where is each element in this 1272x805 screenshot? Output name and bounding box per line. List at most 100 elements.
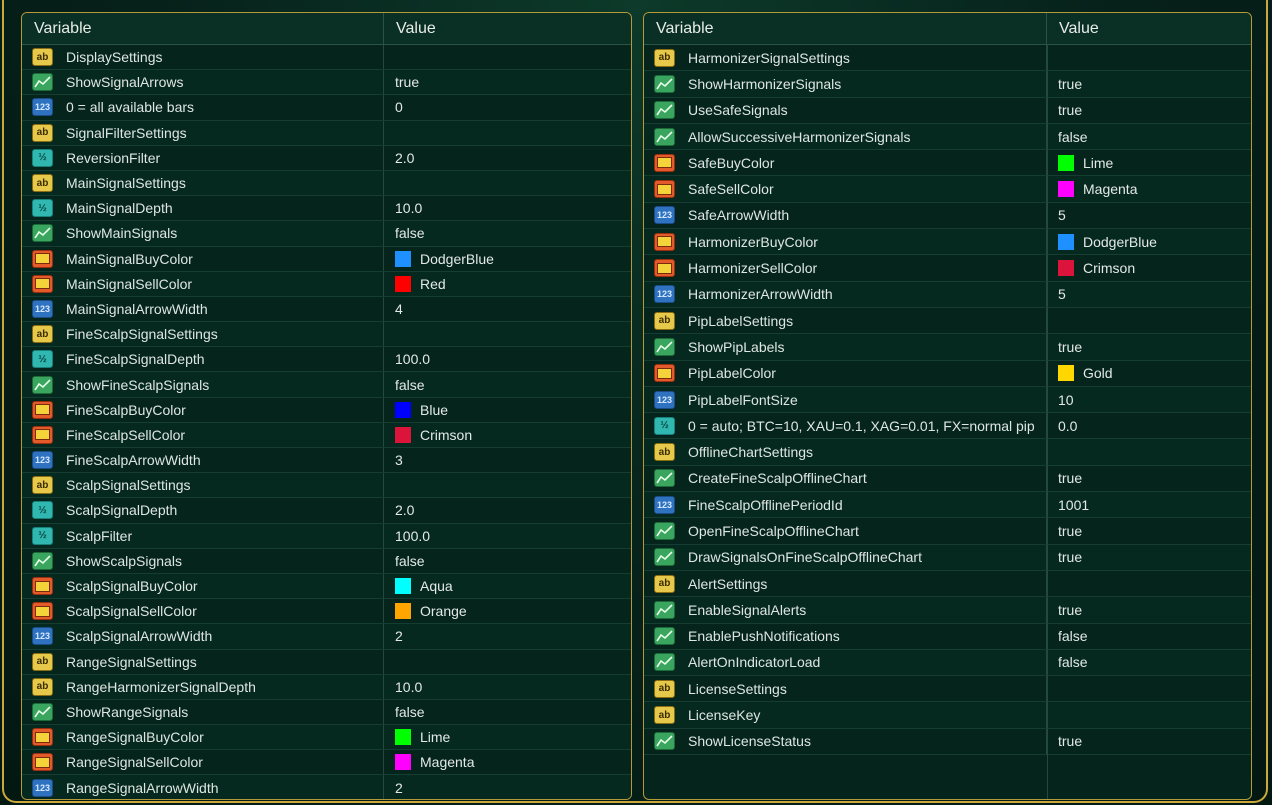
value-cell[interactable] [384, 473, 395, 497]
table-row[interactable]: ab PipLabelSettings [644, 307, 1251, 335]
value-cell[interactable]: 3 [384, 448, 403, 472]
value-cell[interactable] [384, 650, 395, 674]
table-row[interactable]: ab MainSignalSettings [22, 170, 631, 197]
color-swatch[interactable] [395, 729, 411, 746]
value-cell[interactable]: DodgerBlue [1047, 229, 1157, 254]
value-cell[interactable]: Lime [1047, 150, 1113, 175]
value-cell[interactable]: false [384, 221, 425, 245]
value-cell[interactable]: Orange [384, 599, 467, 623]
color-swatch[interactable] [1058, 181, 1074, 198]
table-row[interactable]: SafeSellColor Magenta [644, 176, 1251, 203]
table-row[interactable]: ShowSignalArrows true [22, 70, 631, 96]
table-row[interactable]: 123 PipLabelFontSize 10 [644, 386, 1251, 414]
table-row[interactable]: ab FineScalpSignalSettings [22, 322, 631, 348]
value-cell[interactable]: true [1047, 334, 1082, 359]
value-cell[interactable]: Magenta [384, 750, 474, 774]
value-cell[interactable]: false [384, 549, 425, 573]
value-cell[interactable]: 2.0 [384, 146, 414, 170]
table-row[interactable]: RangeSignalBuyColor Lime [22, 725, 631, 751]
column-header-value[interactable]: Value [1047, 13, 1251, 44]
table-row[interactable]: HarmonizerSellColor Crimson [644, 255, 1251, 282]
table-row[interactable]: MainSignalSellColor Red [22, 271, 631, 297]
value-cell[interactable] [1047, 439, 1058, 464]
value-cell[interactable] [384, 121, 395, 145]
color-swatch[interactable] [395, 426, 411, 443]
table-row[interactable]: ShowHarmonizerSignals true [644, 71, 1251, 98]
value-cell[interactable]: false [1047, 624, 1088, 649]
table-row[interactable]: UseSafeSignals true [644, 97, 1251, 124]
value-cell[interactable]: Blue [384, 398, 448, 422]
value-cell[interactable]: false [384, 700, 425, 724]
table-row[interactable]: DrawSignalsOnFineScalpOfflineChart true [644, 544, 1251, 571]
table-row[interactable]: 123 0 = all available bars 0 [22, 95, 631, 121]
value-cell[interactable]: true [1047, 518, 1082, 543]
value-cell[interactable]: 100.0 [384, 524, 430, 548]
table-row[interactable]: ShowScalpSignals false [22, 548, 631, 574]
table-row[interactable]: ab AlertSettings [644, 570, 1251, 598]
color-swatch[interactable] [1058, 260, 1074, 277]
color-swatch[interactable] [395, 250, 411, 267]
value-cell[interactable] [1047, 571, 1058, 596]
table-row[interactable]: HarmonizerBuyColor DodgerBlue [644, 229, 1251, 256]
table-row[interactable]: ShowRangeSignals false [22, 699, 631, 726]
table-row[interactable]: ShowPipLabels true [644, 334, 1251, 361]
value-cell[interactable] [384, 322, 395, 346]
table-row[interactable]: ShowLicenseStatus true [644, 728, 1251, 756]
value-cell[interactable] [1047, 702, 1058, 727]
color-swatch[interactable] [1058, 365, 1074, 382]
table-row[interactable]: 123 HarmonizerArrowWidth 5 [644, 281, 1251, 308]
table-row[interactable]: ShowMainSignals false [22, 221, 631, 247]
table-row[interactable]: ab HarmonizerSignalSettings [644, 45, 1251, 72]
value-cell[interactable]: 5 [1047, 203, 1066, 228]
table-row[interactable]: 123 FineScalpArrowWidth 3 [22, 448, 631, 474]
value-cell[interactable]: 10 [1047, 387, 1074, 412]
table-row[interactable]: ab SignalFilterSettings [22, 120, 631, 146]
column-header-variable[interactable]: Variable [22, 13, 384, 44]
value-cell[interactable]: true [384, 70, 419, 94]
table-row[interactable]: 123 ScalpSignalArrowWidth 2 [22, 624, 631, 650]
column-header-value[interactable]: Value [384, 13, 631, 44]
value-cell[interactable]: 2 [384, 775, 403, 799]
color-swatch[interactable] [395, 401, 411, 418]
table-row[interactable]: ½ ReversionFilter 2.0 [22, 145, 631, 171]
table-row[interactable]: ab ScalpSignalSettings [22, 473, 631, 499]
table-row[interactable]: CreateFineScalpOfflineChart true [644, 465, 1251, 493]
value-cell[interactable]: false [1047, 124, 1088, 149]
value-cell[interactable]: Magenta [1047, 176, 1137, 201]
value-cell[interactable]: false [1047, 650, 1088, 675]
table-row[interactable]: 123 SafeArrowWidth 5 [644, 202, 1251, 230]
value-cell[interactable]: true [1047, 466, 1082, 491]
value-cell[interactable] [1047, 676, 1058, 701]
table-row[interactable]: ScalpSignalBuyColor Aqua [22, 573, 631, 600]
value-cell[interactable]: true [1047, 729, 1082, 754]
value-cell[interactable]: 1001 [1047, 492, 1089, 517]
table-row[interactable]: EnablePushNotifications false [644, 623, 1251, 650]
table-row[interactable]: ½ ScalpFilter 100.0 [22, 523, 631, 549]
table-row[interactable]: ab LicenseSettings [644, 676, 1251, 703]
value-cell[interactable]: false [384, 372, 425, 396]
value-cell[interactable] [1047, 308, 1058, 333]
value-cell[interactable]: 4 [384, 297, 403, 321]
table-row[interactable]: ScalpSignalSellColor Orange [22, 599, 631, 625]
value-cell[interactable]: Aqua [384, 574, 453, 598]
value-cell[interactable]: 2.0 [384, 498, 414, 522]
table-row[interactable]: ½ FineScalpSignalDepth 100.0 [22, 347, 631, 373]
table-row[interactable]: 123 MainSignalArrowWidth 4 [22, 296, 631, 323]
color-swatch[interactable] [395, 275, 411, 292]
table-row[interactable]: ab RangeHarmonizerSignalDepth 10.0 [22, 674, 631, 700]
color-swatch[interactable] [395, 754, 411, 771]
table-row[interactable]: 123 FineScalpOfflinePeriodId 1001 [644, 492, 1251, 519]
value-cell[interactable]: 5 [1047, 282, 1066, 307]
value-cell[interactable]: 10.0 [384, 675, 422, 699]
color-swatch[interactable] [395, 578, 411, 595]
color-swatch[interactable] [1058, 233, 1074, 250]
table-row[interactable]: 123 RangeSignalArrowWidth 2 [22, 775, 631, 799]
value-cell[interactable] [384, 45, 395, 69]
value-cell[interactable]: 10.0 [384, 196, 422, 220]
table-row[interactable]: FineScalpBuyColor Blue [22, 397, 631, 423]
value-cell[interactable]: 0 [384, 95, 403, 119]
table-row[interactable]: EnableSignalAlerts true [644, 597, 1251, 624]
table-row[interactable]: SafeBuyColor Lime [644, 150, 1251, 177]
table-row[interactable]: PipLabelColor Gold [644, 360, 1251, 387]
value-cell[interactable]: true [1047, 545, 1082, 570]
